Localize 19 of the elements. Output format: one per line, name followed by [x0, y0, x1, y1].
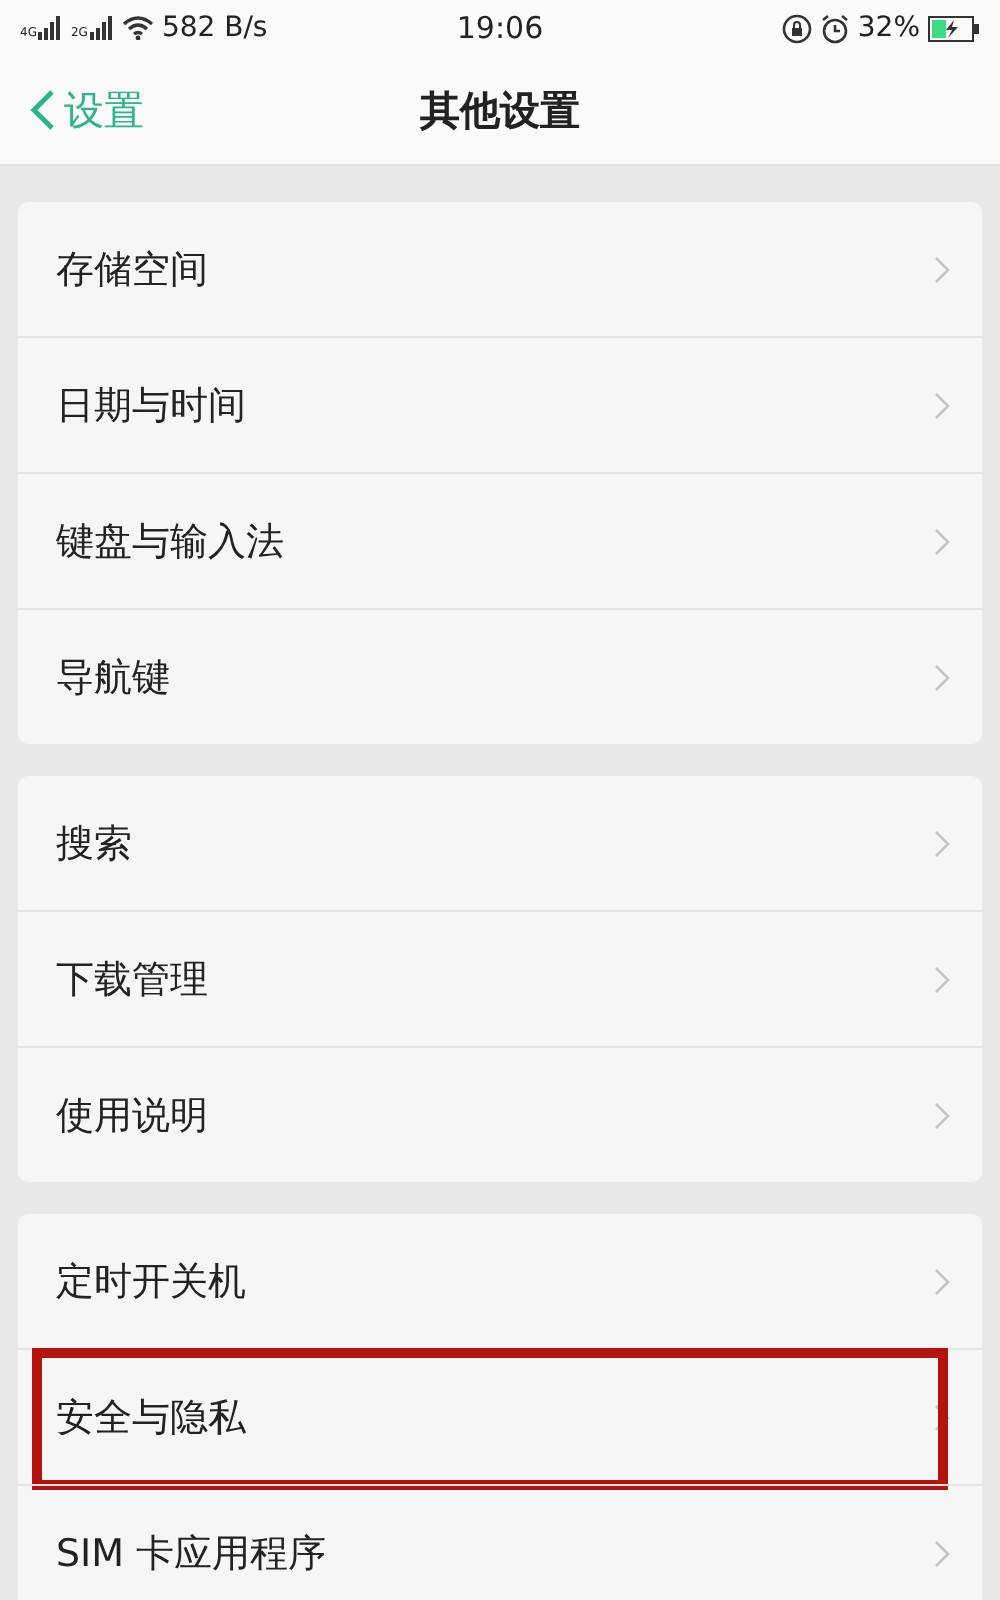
- settings-item[interactable]: 键盘与输入法: [18, 472, 982, 608]
- settings-item[interactable]: 搜索: [18, 776, 982, 910]
- rotation-lock-icon: [781, 13, 812, 43]
- back-icon: [28, 88, 56, 132]
- network-speed: 582 B/s: [161, 12, 268, 44]
- alarm-icon: [819, 13, 850, 43]
- battery-charging-icon: [928, 15, 981, 41]
- settings-item[interactable]: 存储空间: [18, 202, 982, 336]
- page-title: 其他设置: [420, 83, 580, 137]
- settings-item[interactable]: 下载管理: [18, 910, 982, 1046]
- settings-item[interactable]: 导航键: [18, 608, 982, 744]
- settings-item[interactable]: 日期与时间: [18, 336, 982, 472]
- settings-item[interactable]: 使用说明: [18, 1046, 982, 1182]
- settings-item[interactable]: SIM 卡应用程序: [18, 1484, 982, 1600]
- settings-item[interactable]: 定时开关机: [18, 1214, 982, 1348]
- clock-time: 19:06: [456, 10, 544, 46]
- settings-item[interactable]: 安全与隐私: [18, 1348, 982, 1484]
- battery-percent: 32%: [857, 12, 921, 44]
- wifi-icon: [121, 16, 154, 40]
